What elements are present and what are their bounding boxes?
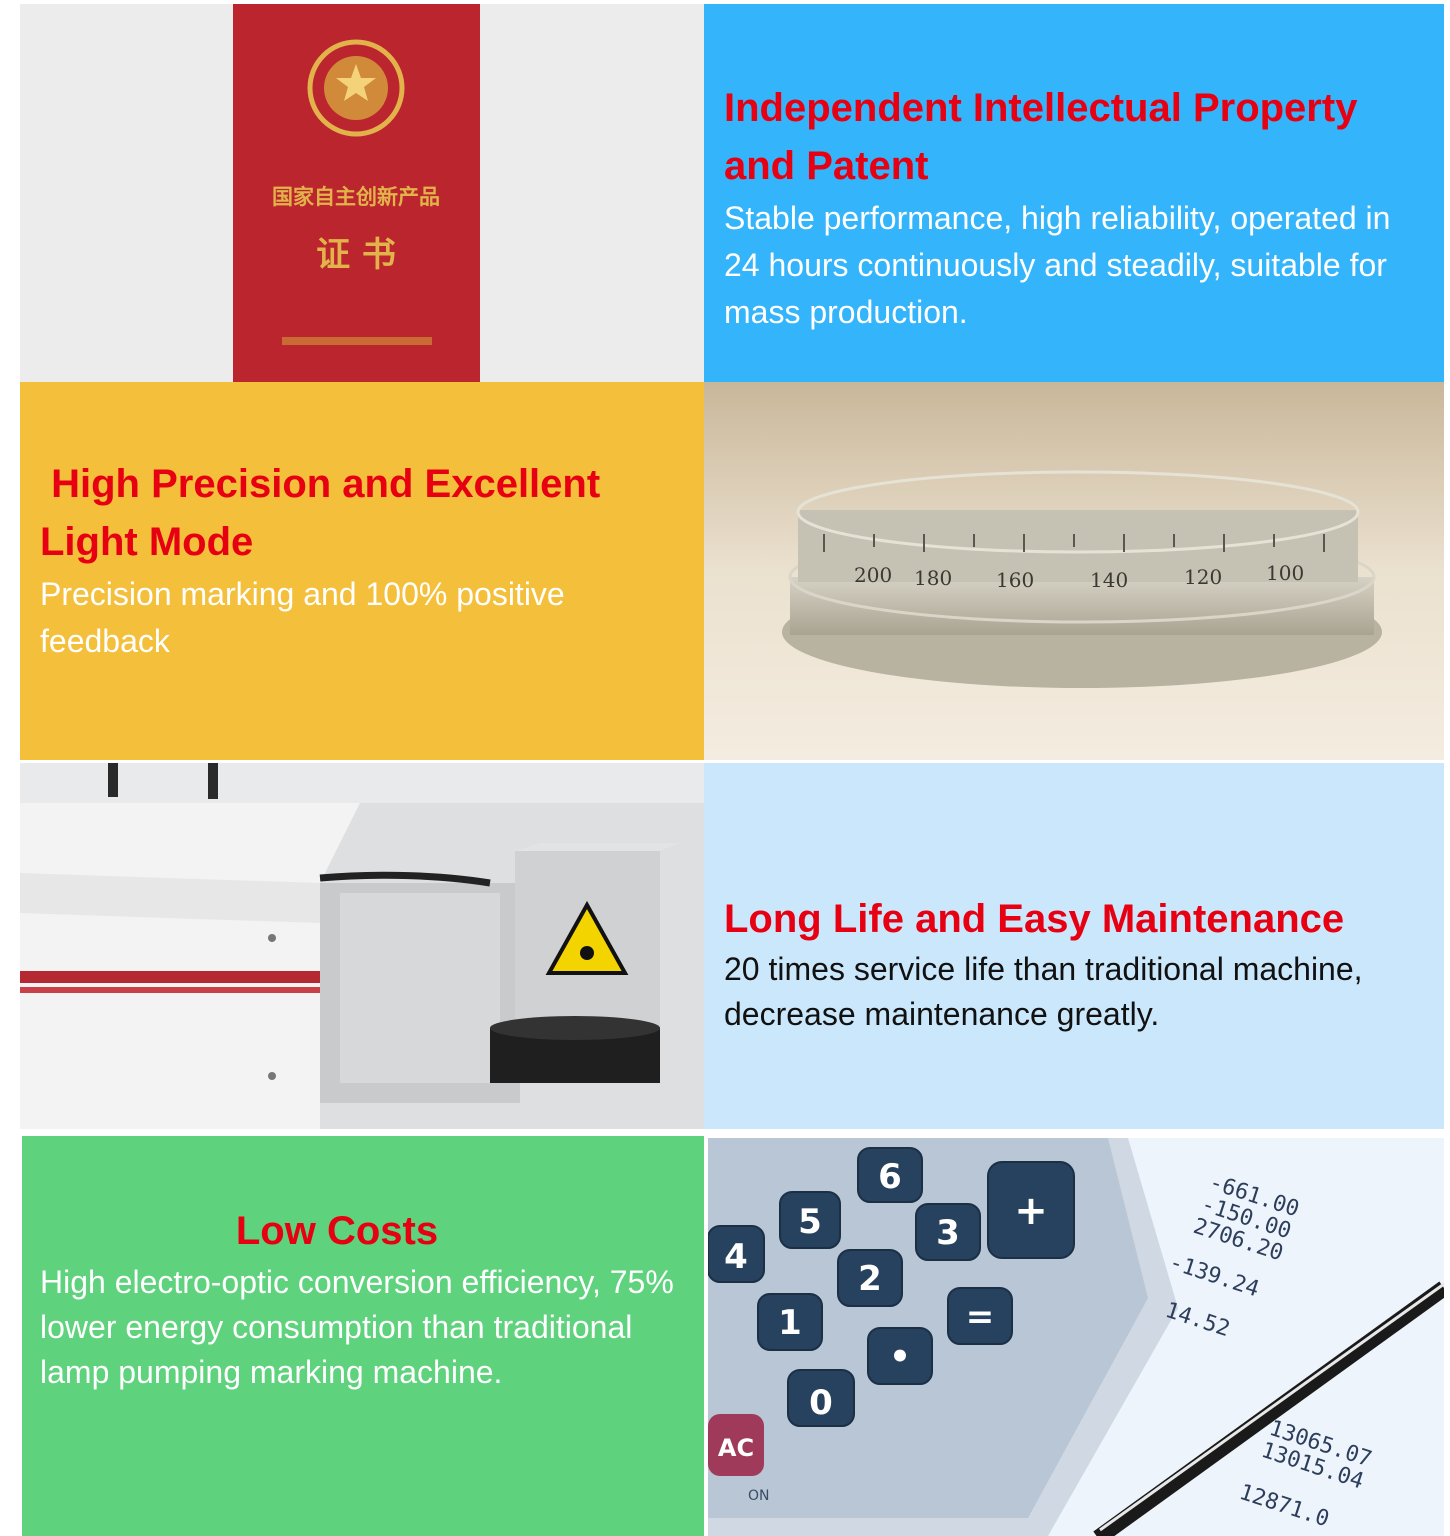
calculator-key: 3 [936, 1213, 960, 1253]
feature-description: Precision marking and 100% positive feed… [40, 576, 565, 659]
calculator-key: + [1014, 1188, 1048, 1234]
dial-tick-label: 200 [854, 563, 892, 587]
dial-tick-label: 120 [1184, 565, 1222, 589]
dial-tick-label: 140 [1090, 568, 1128, 592]
calculator-key: 6 [878, 1157, 902, 1197]
feature-description: Stable performance, high reliability, op… [724, 200, 1391, 330]
dial-illustration: 200 180 160 140 120 100 [704, 382, 1444, 760]
dial-tick-label: 160 [996, 568, 1034, 592]
laser-machine-illustration [20, 763, 704, 1129]
feature-high-precision: High Precision and Excellent Light Mode … [20, 382, 704, 760]
feature-title: Independent Intellectual Property and Pa… [724, 86, 1358, 188]
certificate-illustration: 国家自主创新产品 证 书 [20, 4, 704, 382]
dial-tick-label: 100 [1266, 561, 1304, 585]
feature-low-costs: Low Costs High electro-optic conversion … [22, 1136, 704, 1536]
calculator-illustration: 6 5 4 3 2 1 0 + = • AC ON -661.00 -150.0… [708, 1138, 1444, 1536]
dial-tick-label: 180 [914, 566, 952, 590]
certificate-image: 国家自主创新产品 证 书 [20, 4, 704, 382]
calculator-on-label: ON [748, 1488, 770, 1504]
feature-long-life: Long Life and Easy Maintenance 20 times … [704, 763, 1444, 1129]
dial-ring-image: 200 180 160 140 120 100 [704, 382, 1444, 760]
feature-title: Long Life and Easy Maintenance [724, 897, 1345, 941]
calculator-key: 0 [809, 1383, 833, 1423]
laser-machine-image [20, 763, 704, 1129]
calculator-key: 1 [778, 1303, 802, 1343]
calculator-key: 4 [724, 1237, 748, 1277]
feature-title: Low Costs [235, 1209, 439, 1253]
feature-intellectual-property: Independent Intellectual Property and Pa… [704, 4, 1444, 382]
certificate-title: 国家自主创新产品 [272, 185, 440, 209]
calculator-key: 2 [858, 1259, 882, 1299]
calculator-key: AC [718, 1434, 754, 1462]
certificate-subtitle: 证 书 [316, 235, 396, 275]
feature-description: High electro-optic conversion efficiency… [40, 1264, 674, 1390]
calculator-image: 6 5 4 3 2 1 0 + = • AC ON -661.00 -150.0… [708, 1138, 1444, 1536]
calculator-key: = [966, 1297, 995, 1337]
calculator-key: • [889, 1337, 911, 1377]
feature-title: High Precision and Excellent Light Mode [40, 462, 612, 564]
feature-description: 20 times service life than traditional m… [724, 951, 1363, 1032]
calculator-key: 5 [798, 1202, 822, 1242]
